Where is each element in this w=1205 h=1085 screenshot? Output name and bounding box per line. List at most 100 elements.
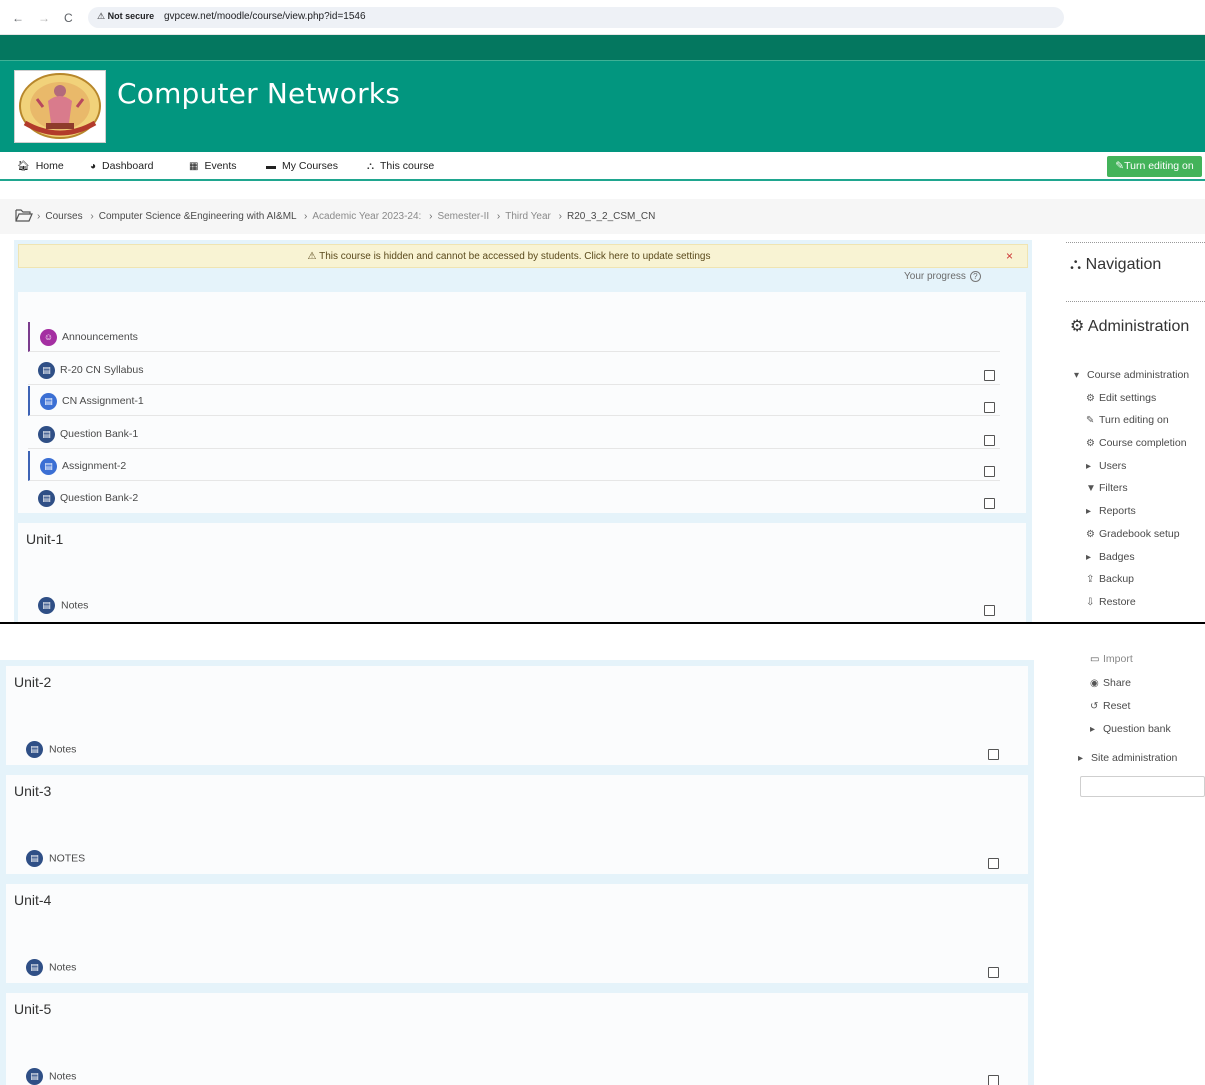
gear-icon: ⚙ (1086, 529, 1095, 540)
share-link[interactable]: ◉ Share (1090, 677, 1131, 689)
section-title[interactable]: Unit-5 (14, 1001, 51, 1017)
breadcrumb-course[interactable]: R20_3_2_CSM_CN (567, 211, 655, 222)
gradebook-setup-link[interactable]: ⚙ Gradebook setup (1086, 528, 1180, 540)
backup-link[interactable]: ⇪ Backup (1086, 573, 1134, 585)
completion-checkbox[interactable] (988, 749, 999, 760)
nav-my-courses[interactable]: ▬ My Courses (266, 160, 338, 172)
site-administration-node[interactable]: ▸ Site administration (1078, 752, 1177, 764)
block-divider (1066, 242, 1205, 243)
breadcrumb-courses[interactable]: Courses (45, 211, 82, 222)
section-unit-1: Unit-1 ▤ Notes (18, 523, 1026, 622)
users-node[interactable]: ▸ Users (1086, 460, 1126, 472)
caret-right-icon: ▸ (1090, 724, 1096, 735)
import-link[interactable]: ▭ Import (1090, 653, 1133, 665)
breadcrumb: › Courses › Computer Science &Engineering … (0, 199, 1205, 234)
not-secure-label[interactable]: ⚠ Not secure (97, 11, 154, 22)
question-bank-node[interactable]: ▸ Question bank (1090, 723, 1171, 735)
activity-notes[interactable]: ▤ NOTES (26, 850, 85, 867)
section-unit-4: Unit-4 ▤ Notes (6, 884, 1028, 983)
back-icon[interactable]: ← (12, 11, 24, 25)
section-title[interactable]: Unit-3 (14, 783, 51, 799)
restore-link[interactable]: ⇩ Restore (1086, 596, 1136, 608)
section-title[interactable]: Unit-4 (14, 892, 51, 908)
navigation-block-title[interactable]: ⛬ Navigation (1070, 256, 1161, 274)
assignment-icon: ▤ (40, 458, 57, 475)
activity-syllabus[interactable]: ▤ R-20 CN Syllabus (28, 355, 1000, 385)
breadcrumb-category[interactable]: Computer Science &Engineering with AI&ML (99, 211, 297, 222)
reload-icon[interactable]: C (64, 11, 73, 25)
section-title[interactable]: Unit-2 (14, 674, 51, 690)
caret-down-icon: ▾ (1074, 370, 1080, 381)
import-icon: ▭ (1090, 654, 1100, 665)
completion-checkbox[interactable] (984, 605, 995, 616)
file-icon: ▤ (38, 490, 55, 507)
folder-icon[interactable] (15, 209, 33, 222)
activity-notes[interactable]: ▤ Notes (38, 597, 88, 614)
course-title: Computer Networks (117, 77, 400, 110)
forward-icon[interactable]: → (38, 11, 50, 25)
reports-node[interactable]: ▸ Reports (1086, 505, 1136, 517)
pencil-icon: ✎ (1086, 415, 1095, 426)
file-icon: ▤ (38, 362, 55, 379)
nav-this-course[interactable]: ⛬ This course (367, 160, 434, 172)
reset-link[interactable]: ↺ Reset (1090, 700, 1130, 712)
caret-right-icon: ▸ (1078, 753, 1084, 764)
hidden-course-alert[interactable]: ⚠ This course is hidden and cannot be ac… (18, 244, 1028, 268)
url-text[interactable]: gvpcew.net/moodle/course/view.php?id=154… (164, 11, 366, 22)
completion-checkbox[interactable] (984, 498, 995, 509)
completion-checkbox[interactable] (984, 435, 995, 446)
address-bar[interactable]: ⚠ Not secure gvpcew.net/moodle/course/vi… (88, 7, 1064, 28)
share-icon: ◉ (1090, 678, 1099, 689)
nav-dashboard[interactable]: ◕ Dashboard (90, 160, 153, 172)
file-icon: ▤ (38, 597, 55, 614)
edit-settings-link[interactable]: ⚙ Edit settings (1086, 392, 1156, 404)
edit-icon: ✎ (1115, 160, 1125, 172)
completion-checkbox[interactable] (984, 402, 995, 413)
activity-notes[interactable]: ▤ Notes (26, 1068, 76, 1085)
gears-icon: ⚙ (1070, 318, 1088, 335)
completion-checkbox[interactable] (984, 370, 995, 381)
completion-checkbox[interactable] (984, 466, 995, 477)
breadcrumb-third-year[interactable]: Third Year (505, 211, 551, 222)
filters-link[interactable]: ▼ Filters (1086, 482, 1128, 494)
calendar-icon: ▦ (189, 161, 199, 172)
activity-question-bank-2[interactable]: ▤ Question Bank-2 (28, 483, 1000, 513)
help-icon[interactable]: ? (969, 271, 981, 282)
activity-notes[interactable]: ▤ Notes (26, 741, 76, 758)
file-icon: ▤ (26, 850, 43, 867)
progress-label: Your progress? (904, 271, 981, 282)
admin-search-input[interactable] (1080, 776, 1205, 797)
gear-icon: ⚙ (1086, 393, 1095, 404)
close-icon[interactable]: × (1006, 249, 1013, 263)
activity-assignment-1[interactable]: ▤ CN Assignment-1 (28, 386, 1000, 416)
activity-question-bank-1[interactable]: ▤ Question Bank-1 (28, 419, 1000, 449)
section-title[interactable]: Unit-1 (26, 531, 63, 547)
sitemap-icon: ⛬ (367, 161, 374, 172)
college-logo[interactable] (14, 70, 106, 143)
completion-checkbox[interactable] (988, 858, 999, 869)
dashboard-icon: ◕ (90, 161, 97, 172)
briefcase-icon: ▬ (266, 161, 276, 172)
file-icon: ▤ (26, 741, 43, 758)
top-strip (0, 35, 1205, 61)
forum-icon: ☺ (40, 329, 57, 346)
administration-block-title[interactable]: ⚙ Administration (1070, 316, 1189, 336)
sitemap-icon: ⛬ (1070, 256, 1086, 273)
course-administration-node[interactable]: ▾ Course administration (1074, 369, 1189, 381)
file-icon: ▤ (38, 426, 55, 443)
badges-node[interactable]: ▸ Badges (1086, 551, 1135, 563)
turn-editing-on-link[interactable]: ✎ Turn editing on (1086, 414, 1169, 426)
activity-notes[interactable]: ▤ Notes (26, 959, 76, 976)
completion-checkbox[interactable] (988, 1075, 999, 1085)
completion-checkbox[interactable] (988, 967, 999, 978)
breadcrumb-year[interactable]: Academic Year 2023-24: (312, 211, 421, 222)
assignment-icon: ▤ (40, 393, 57, 410)
breadcrumb-semester[interactable]: Semester-II (437, 211, 489, 222)
filter-icon: ▼ (1086, 483, 1096, 494)
nav-home[interactable]: 🏠︎ Home (17, 160, 64, 172)
nav-events[interactable]: ▦ Events (189, 160, 237, 172)
activity-assignment-2[interactable]: ▤ Assignment-2 (28, 451, 1000, 481)
turn-editing-on-button[interactable]: ✎Turn editing on (1107, 156, 1202, 177)
activity-announcements[interactable]: ☺ Announcements (28, 322, 1000, 352)
course-completion-link[interactable]: ⚙ Course completion (1086, 437, 1187, 449)
